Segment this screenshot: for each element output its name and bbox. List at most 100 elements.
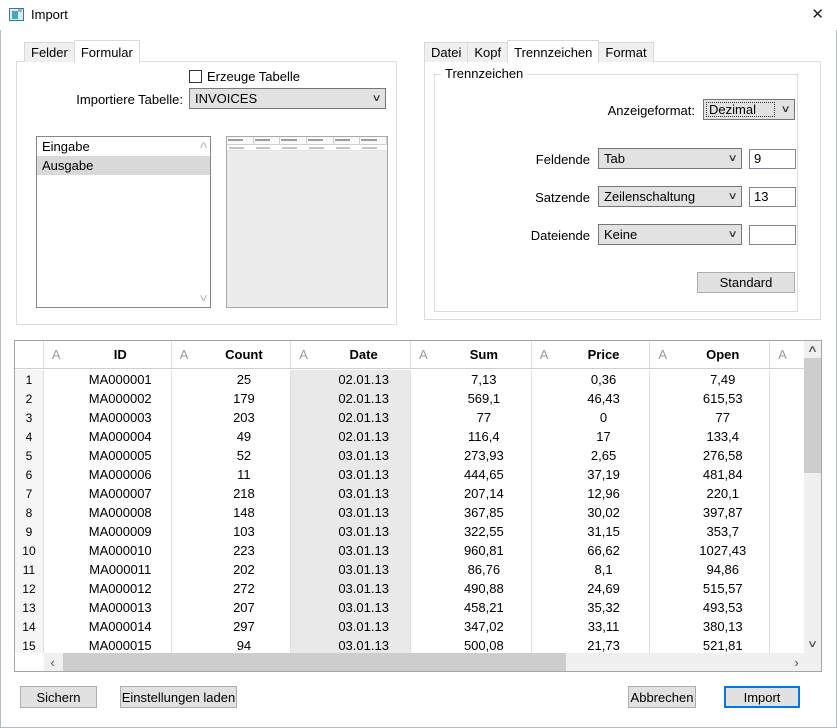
table-cell[interactable]: 03.01.13 bbox=[317, 503, 411, 522]
table-cell[interactable]: MA000015 bbox=[70, 636, 172, 653]
scroll-up-icon[interactable]: ∧ bbox=[198, 140, 209, 151]
table-cell[interactable]: 272 bbox=[198, 579, 292, 598]
table-cell[interactable]: MA000013 bbox=[70, 598, 172, 617]
scroll-down-icon[interactable]: ∨ bbox=[800, 636, 826, 653]
table-cell[interactable]: 367,85 bbox=[437, 503, 532, 522]
table-cell[interactable]: MA000014 bbox=[70, 617, 172, 636]
table-cell[interactable]: 94,86 bbox=[676, 560, 770, 579]
save-button[interactable]: Sichern bbox=[20, 686, 97, 708]
table-cell[interactable]: 960,81 bbox=[437, 541, 532, 560]
cancel-button[interactable]: Abbrechen bbox=[628, 686, 696, 708]
table-cell[interactable]: 8,1 bbox=[558, 560, 651, 579]
display-format-select[interactable]: Dezimal ∨ bbox=[703, 99, 795, 120]
tab-trennzeichen[interactable]: Trennzeichen bbox=[507, 40, 599, 63]
table-cell[interactable]: 03.01.13 bbox=[317, 636, 411, 653]
table-cell[interactable]: MA000009 bbox=[70, 522, 172, 541]
scroll-left-icon[interactable]: ‹ bbox=[44, 653, 61, 671]
table-cell[interactable]: 02.01.13 bbox=[317, 389, 411, 408]
table-cell[interactable]: 521,81 bbox=[676, 636, 770, 653]
vertical-scrollbar[interactable]: ∧ ∨ bbox=[804, 341, 821, 653]
table-cell[interactable]: 273,93 bbox=[437, 446, 532, 465]
table-cell[interactable]: 52 bbox=[198, 446, 292, 465]
table-cell[interactable]: 148 bbox=[198, 503, 292, 522]
tab-datei[interactable]: Datei bbox=[424, 42, 468, 62]
table-cell[interactable]: 220,1 bbox=[676, 484, 770, 503]
table-cell[interactable]: 397,87 bbox=[676, 503, 770, 522]
horizontal-scrollbar[interactable]: ‹ › bbox=[44, 653, 805, 671]
table-cell[interactable]: 493,53 bbox=[676, 598, 770, 617]
close-icon[interactable]: ✕ bbox=[811, 5, 824, 23]
horizontal-scrollbar-thumb[interactable] bbox=[63, 653, 566, 671]
vertical-scrollbar-thumb[interactable] bbox=[804, 358, 821, 473]
table-cell[interactable]: 490,88 bbox=[437, 579, 532, 598]
table-cell[interactable]: 276,58 bbox=[676, 446, 770, 465]
table-cell[interactable]: MA000006 bbox=[70, 465, 172, 484]
table-cell[interactable]: MA000002 bbox=[70, 389, 172, 408]
table-cell[interactable]: MA000010 bbox=[70, 541, 172, 560]
table-cell[interactable]: 207 bbox=[198, 598, 292, 617]
column-header-id[interactable]: ID bbox=[70, 341, 172, 368]
table-cell[interactable]: MA000008 bbox=[70, 503, 172, 522]
tab-formular[interactable]: Formular bbox=[74, 40, 140, 63]
table-cell[interactable]: 66,62 bbox=[558, 541, 651, 560]
table-cell[interactable]: 03.01.13 bbox=[317, 579, 411, 598]
table-cell[interactable]: 02.01.13 bbox=[317, 427, 411, 446]
table-cell[interactable]: 24,69 bbox=[558, 579, 651, 598]
table-cell[interactable]: 86,76 bbox=[437, 560, 532, 579]
table-cell[interactable]: MA000011 bbox=[70, 560, 172, 579]
table-cell[interactable]: 481,84 bbox=[676, 465, 770, 484]
record-end-code-input[interactable]: 13 bbox=[749, 187, 796, 207]
table-cell[interactable]: 11 bbox=[198, 465, 292, 484]
field-end-select[interactable]: Tab ∨ bbox=[598, 148, 742, 169]
table-cell[interactable]: 322,55 bbox=[437, 522, 532, 541]
table-cell[interactable]: MA000012 bbox=[70, 579, 172, 598]
table-cell[interactable]: 218 bbox=[198, 484, 292, 503]
table-cell[interactable]: 31,15 bbox=[558, 522, 651, 541]
column-header-sum[interactable]: Sum bbox=[437, 341, 532, 368]
table-cell[interactable]: 380,13 bbox=[676, 617, 770, 636]
column-header-price[interactable]: Price bbox=[558, 341, 651, 368]
table-cell[interactable]: MA000003 bbox=[70, 408, 172, 427]
table-cell[interactable]: 133,4 bbox=[676, 427, 770, 446]
table-cell[interactable]: 202 bbox=[198, 560, 292, 579]
table-cell[interactable]: 515,57 bbox=[676, 579, 770, 598]
standard-button[interactable]: Standard bbox=[697, 272, 795, 293]
record-end-select[interactable]: Zeilenschaltung ∨ bbox=[598, 186, 742, 207]
scroll-up-icon[interactable]: ∧ bbox=[800, 341, 826, 358]
table-cell[interactable]: 03.01.13 bbox=[317, 598, 411, 617]
table-cell[interactable]: 500,08 bbox=[437, 636, 532, 653]
table-cell[interactable]: 03.01.13 bbox=[317, 465, 411, 484]
column-header-date[interactable]: Date bbox=[317, 341, 411, 368]
tab-format[interactable]: Format bbox=[598, 42, 653, 62]
table-cell[interactable]: 458,21 bbox=[437, 598, 532, 617]
table-cell[interactable]: 21,73 bbox=[558, 636, 651, 653]
table-cell[interactable]: 94 bbox=[198, 636, 292, 653]
table-cell[interactable]: MA000004 bbox=[70, 427, 172, 446]
table-cell[interactable]: 179 bbox=[198, 389, 292, 408]
table-cell[interactable]: 02.01.13 bbox=[317, 370, 411, 389]
table-cell[interactable]: 569,1 bbox=[437, 389, 532, 408]
create-table-checkbox[interactable] bbox=[189, 70, 202, 83]
table-cell[interactable]: 297 bbox=[198, 617, 292, 636]
column-header-count[interactable]: Count bbox=[198, 341, 292, 368]
import-button[interactable]: Import bbox=[724, 686, 800, 708]
table-cell[interactable]: 03.01.13 bbox=[317, 484, 411, 503]
tab-felder[interactable]: Felder bbox=[24, 42, 75, 62]
table-cell[interactable]: 49 bbox=[198, 427, 292, 446]
table-cell[interactable]: 116,4 bbox=[437, 427, 532, 446]
table-cell[interactable]: 347,02 bbox=[437, 617, 532, 636]
list-item-eingabe[interactable]: Eingabe bbox=[37, 137, 210, 156]
table-cell[interactable]: 1027,43 bbox=[676, 541, 770, 560]
table-cell[interactable]: 615,53 bbox=[676, 389, 770, 408]
table-cell[interactable]: 7,49 bbox=[676, 370, 770, 389]
column-header-open[interactable]: Open bbox=[676, 341, 770, 368]
table-cell[interactable]: 203 bbox=[198, 408, 292, 427]
table-cell[interactable]: 207,14 bbox=[437, 484, 532, 503]
table-cell[interactable]: 353,7 bbox=[676, 522, 770, 541]
table-cell[interactable]: MA000005 bbox=[70, 446, 172, 465]
table-cell[interactable]: MA000001 bbox=[70, 370, 172, 389]
table-cell[interactable]: 02.01.13 bbox=[317, 408, 411, 427]
table-cell[interactable]: 30,02 bbox=[558, 503, 651, 522]
table-cell[interactable]: 77 bbox=[437, 408, 532, 427]
file-end-code-input[interactable] bbox=[749, 225, 796, 245]
